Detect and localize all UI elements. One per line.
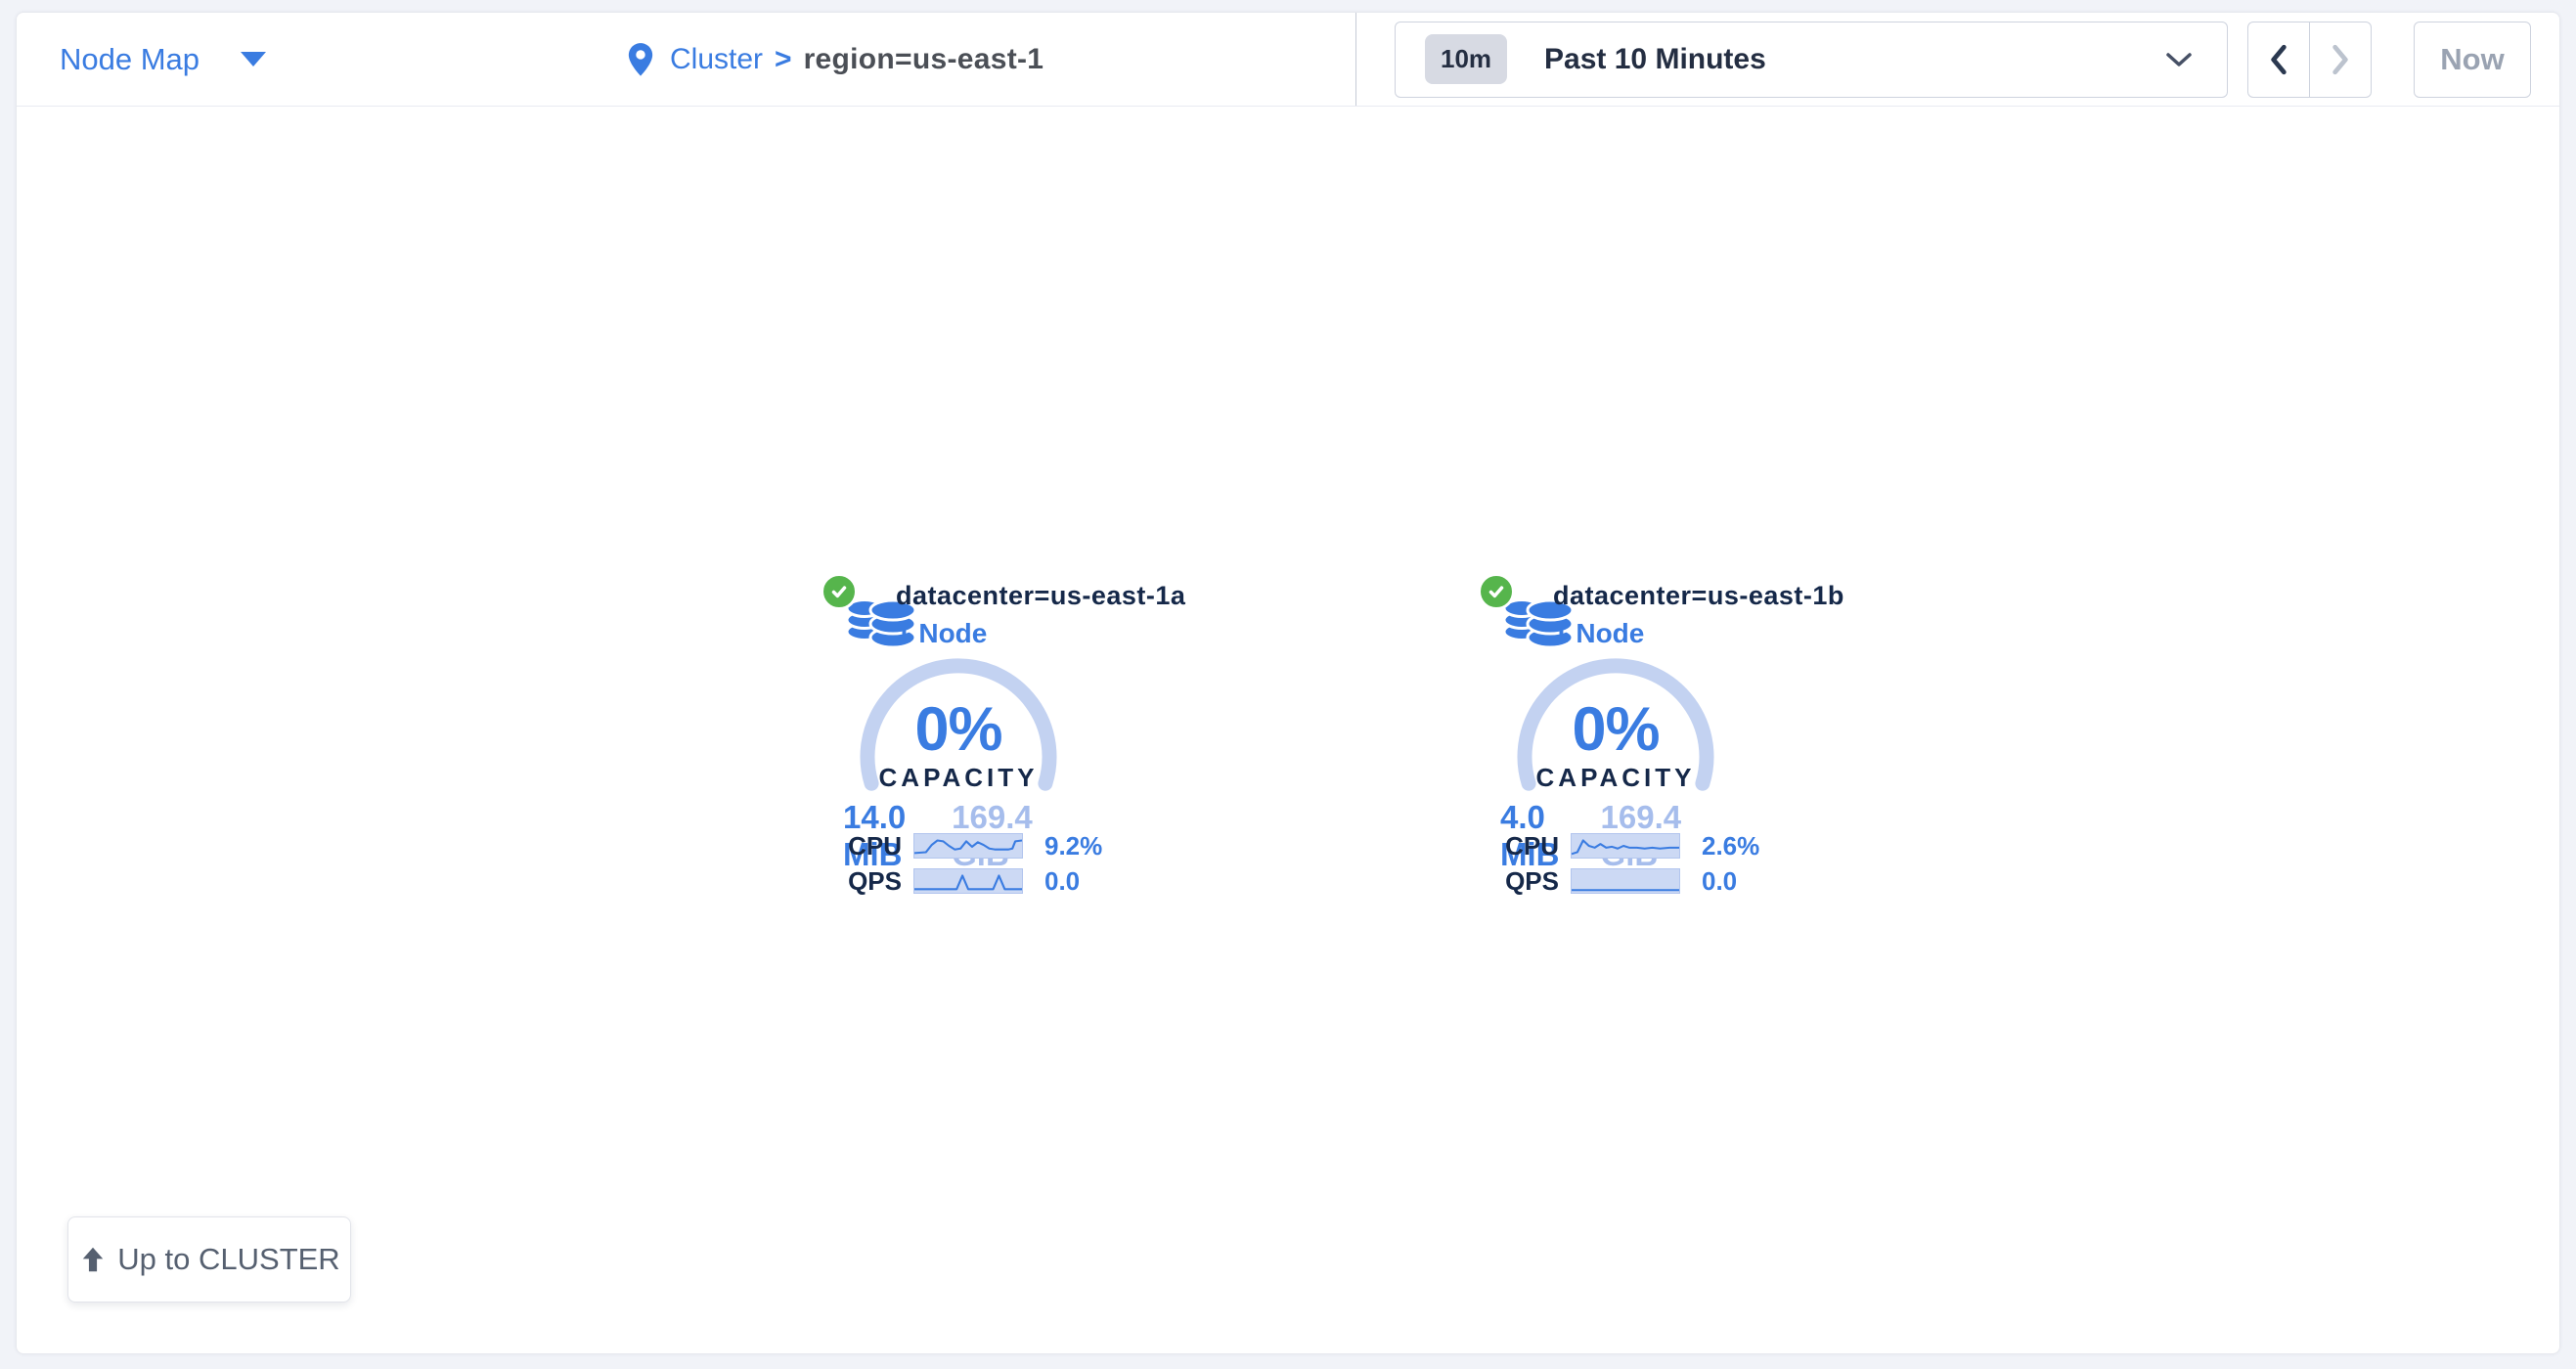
breadcrumb-current: region=us-east-1 [804, 43, 1044, 76]
capacity-label: CAPACITY [802, 763, 1115, 793]
qps-label: QPS [839, 866, 902, 897]
cpu-sparkline [1571, 833, 1680, 859]
up-to-cluster-label: Up to CLUSTER [117, 1242, 339, 1277]
view-selector-dropdown[interactable]: Node Map [60, 42, 266, 77]
arrow-up-icon [78, 1245, 108, 1274]
time-range-badge: 10m [1425, 34, 1507, 84]
location-pin-icon [627, 42, 654, 77]
chevron-left-icon [2266, 43, 2291, 76]
qps-sparkline [913, 868, 1023, 894]
header-right: 10m Past 10 Minutes Now [1355, 13, 2559, 106]
capacity-label: CAPACITY [1459, 763, 1772, 793]
breadcrumb-cluster-link[interactable]: Cluster [670, 43, 763, 76]
capacity-percent: 0% [802, 694, 1115, 765]
header-bar: Node Map Cluster > region=us-east-1 10m … [17, 13, 2559, 107]
qps-label: QPS [1496, 866, 1559, 897]
qps-metric-row: QPS 0.0 [839, 866, 1115, 896]
datacenter-card-us-east-1b[interactable]: datacenter=us-east-1b 1 Node 0% CAPACITY… [1459, 573, 1772, 902]
cpu-metric-row: CPU 9.2% [839, 831, 1115, 861]
qps-value: 0.0 [1702, 866, 1737, 897]
healthy-check-icon [821, 573, 858, 610]
cpu-label: CPU [839, 831, 902, 861]
cpu-value: 2.6% [1702, 831, 1759, 861]
view-selector-label: Node Map [60, 42, 200, 77]
breadcrumb-separator: > [775, 43, 792, 76]
up-to-cluster-button[interactable]: Up to CLUSTER [67, 1216, 351, 1303]
time-prev-button[interactable] [2247, 22, 2310, 98]
chevron-down-icon [2164, 50, 2194, 69]
metrics-block: CPU 9.2% QPS 0.0 [839, 831, 1115, 902]
breadcrumb: Cluster > region=us-east-1 [627, 13, 1044, 107]
cpu-sparkline [913, 833, 1023, 859]
qps-metric-row: QPS 0.0 [1496, 866, 1772, 896]
time-range-label: Past 10 Minutes [1544, 43, 1766, 76]
header-left: Node Map Cluster > region=us-east-1 [17, 13, 1355, 106]
qps-value: 0.0 [1044, 866, 1080, 897]
node-map-panel: Node Map Cluster > region=us-east-1 10m … [16, 12, 2560, 1354]
datacenter-title: datacenter=us-east-1b [1553, 581, 1844, 611]
cpu-value: 9.2% [1044, 831, 1102, 861]
time-nav-group [2247, 22, 2372, 98]
healthy-check-icon [1478, 573, 1515, 610]
now-button[interactable]: Now [2414, 22, 2531, 98]
metrics-block: CPU 2.6% QPS 0.0 [1496, 831, 1772, 902]
cpu-metric-row: CPU 2.6% [1496, 831, 1772, 861]
time-next-button[interactable] [2309, 22, 2372, 98]
datacenter-title: datacenter=us-east-1a [896, 581, 1185, 611]
chevron-right-icon [2328, 43, 2353, 76]
capacity-percent: 0% [1459, 694, 1772, 765]
caret-down-icon [241, 52, 266, 66]
time-range-dropdown[interactable]: 10m Past 10 Minutes [1395, 22, 2228, 98]
datacenter-card-us-east-1a[interactable]: datacenter=us-east-1a 1 Node 0% CAPACITY… [802, 573, 1115, 902]
cpu-label: CPU [1496, 831, 1559, 861]
qps-sparkline [1571, 868, 1680, 894]
